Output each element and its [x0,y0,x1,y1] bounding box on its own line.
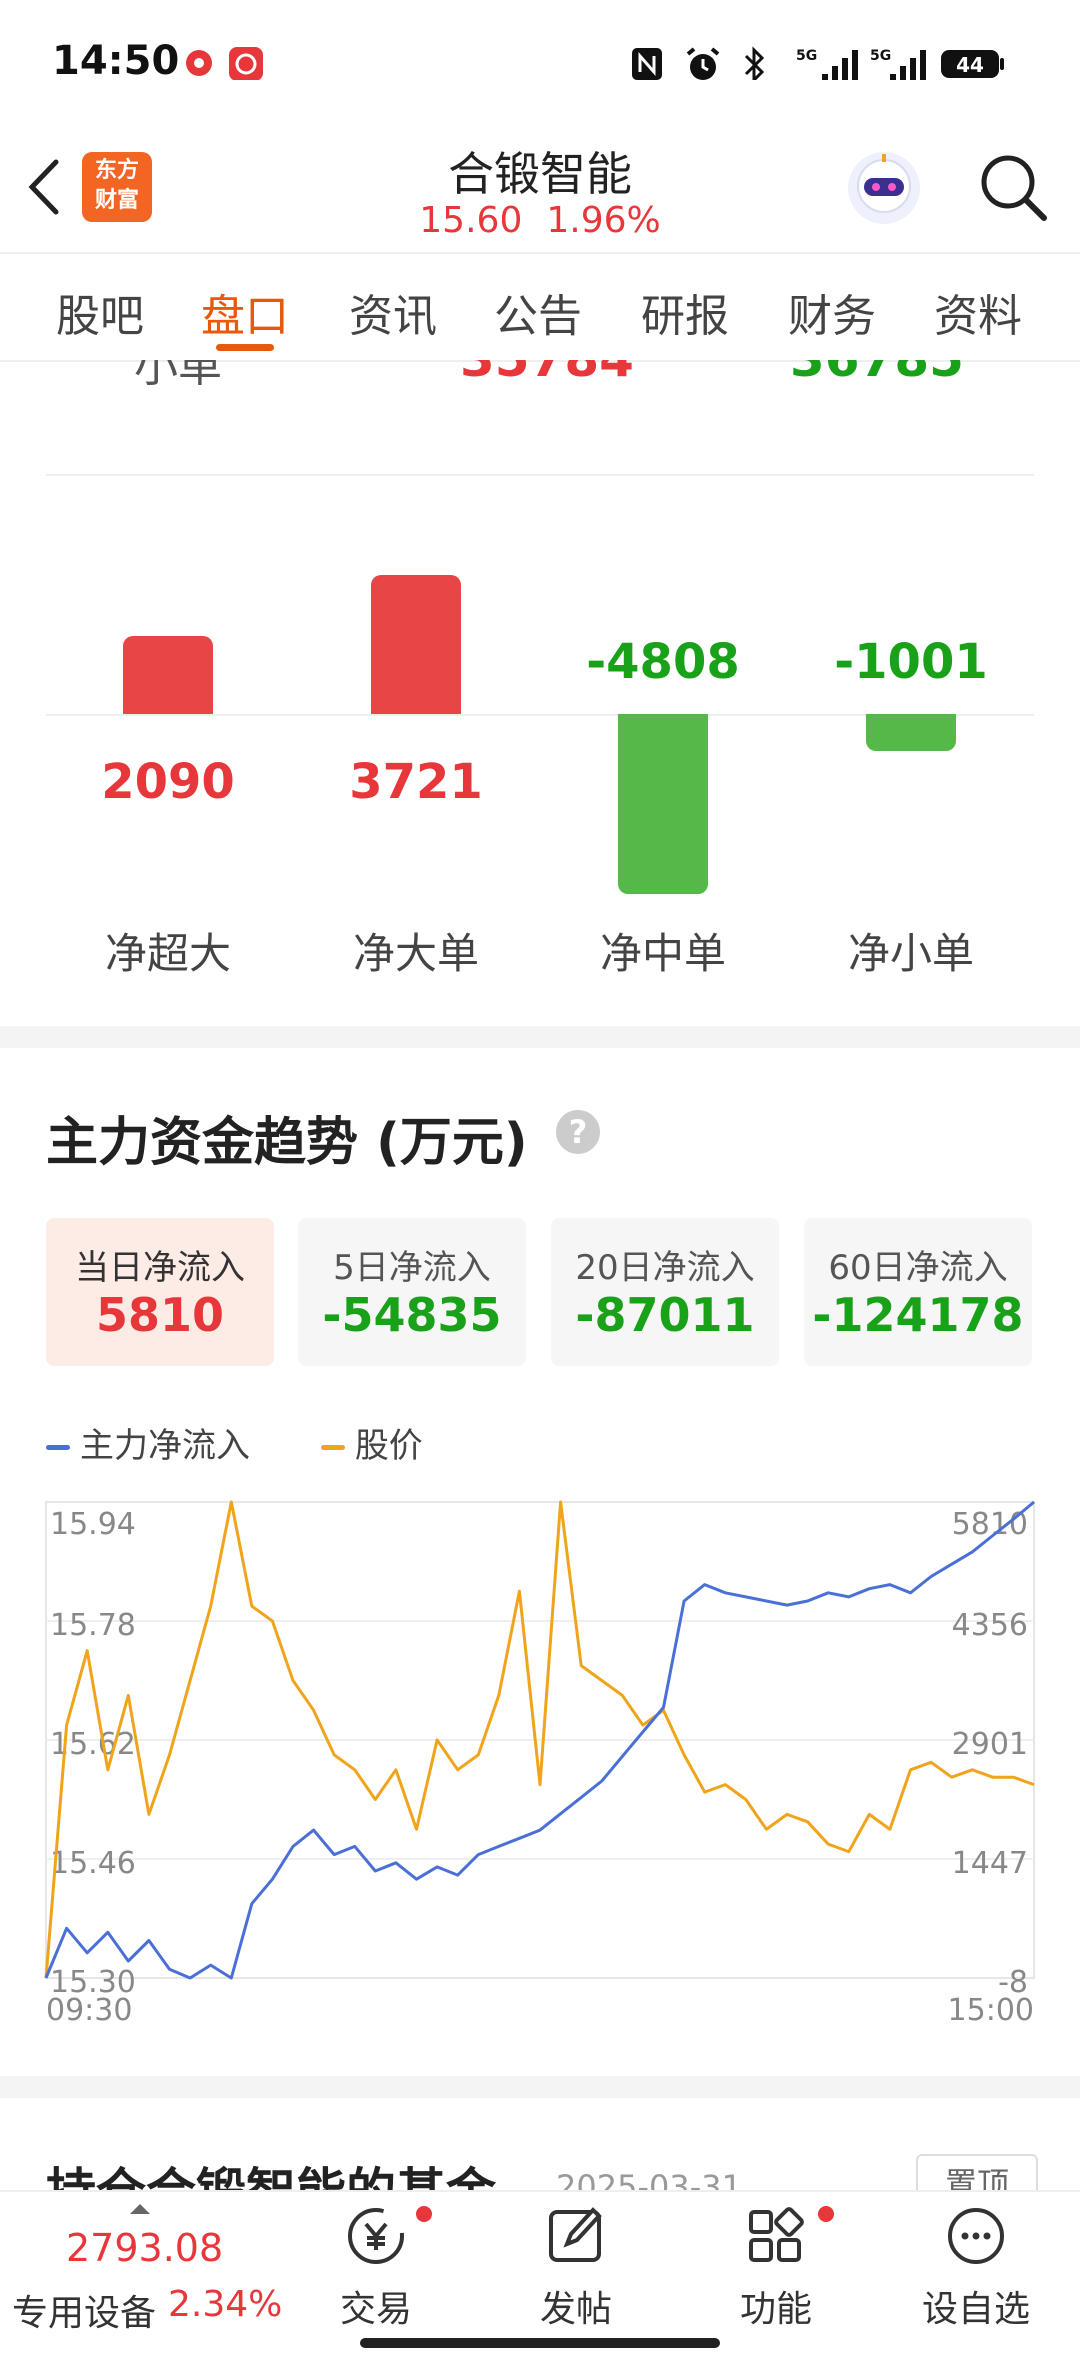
battery-icon: 44 [941,50,1004,78]
signal-5g-icon: 5G [796,48,858,80]
net-flow-value: -4808 [586,634,740,690]
tab-news[interactable]: 资讯 [333,280,453,344]
index-name: 专用设备 [12,2293,157,2334]
net-flow-category: 净超大 [104,929,231,978]
net-flow-value: 2090 [101,754,235,810]
period-label: 20日净流入 [575,1248,755,1288]
robot-assistant-icon[interactable] [842,144,926,228]
tab-research[interactable]: 研报 [625,280,745,344]
app-badge-icon [229,47,263,80]
legend-flow: 主力净流入 [80,1426,250,1466]
right-tick-label: 1447 [952,1846,1028,1881]
tab-profile[interactable]: 资料 [918,280,1038,344]
alarm-icon [686,47,720,80]
x-tick-end: 15:00 [948,1993,1034,2028]
period-label: 5日净流入 [333,1248,491,1288]
period-value: -124178 [812,1288,1024,1342]
nav-label: 设自选 [921,2289,1030,2330]
net-flow-bar [866,714,956,752]
right-tick-label: 4356 [952,1608,1028,1643]
home-indicator [360,2338,720,2348]
tab-announcements[interactable]: 公告 [478,280,598,344]
status-bar: 14:50 5G 5G 44 [0,0,1080,120]
pin-button[interactable]: 置顶 [916,2154,1038,2190]
grid-icon [749,2207,804,2262]
legend-price: 股价 [354,1426,423,1466]
trend-title: 主力资金趋势 (万元) [46,1113,528,1173]
svg-text:5G: 5G [870,48,891,64]
period-value: -54835 [322,1288,502,1342]
stock-header: 东方 财富 合锻智能 15.60 1.96% [0,130,1080,250]
nav-add-watchlist[interactable]: 设自选 [896,2200,1056,2332]
left-tick-label: 15.94 [50,1507,136,1542]
net-flow-category: 净大单 [352,929,479,978]
period-label: 当日净流入 [75,1248,245,1288]
nav-post[interactable]: 发帖 [496,2200,656,2332]
signal-5g-icon: 5G [870,48,926,80]
industry-index[interactable]: 2793.08 专用设备 2.34% [8,2202,288,2352]
notification-dot [416,2206,432,2222]
notification-dot [818,2206,834,2222]
trade-yen-icon [348,2208,404,2264]
nav-label: 交易 [339,2289,412,2330]
tab-finance[interactable]: 财务 [772,280,892,344]
section-gap [0,1026,1080,1048]
fund-section-header: 持仓合锻智能的基金 2025-03-31 置顶 [0,2100,1080,2190]
legend-swatch-price [320,1445,345,1450]
tab-guba[interactable]: 股吧 [40,280,160,344]
record-dot-icon [186,50,212,76]
caret-up-icon [130,2204,150,2214]
small-order-buy: 35784 [460,360,634,388]
net-flow-category: 净中单 [599,929,726,978]
fund-section-date: 2025-03-31 [556,2168,742,2190]
stock-price: 15.60 [419,200,523,241]
period-label: 60日净流入 [828,1248,1008,1288]
net-flow-bar [371,574,461,714]
small-order-sell: 36785 [790,360,964,388]
legend-swatch-flow [46,1445,70,1450]
bottom-toolbar: 2793.08 专用设备 2.34% 交易 发帖 功能 设自选 [0,2190,1080,2378]
net-flow-value: 3721 [349,754,483,810]
index-value: 2793.08 [66,2226,224,2270]
period-card-60d[interactable]: 60日净流入 -124178 [804,1218,1032,1366]
period-card-today[interactable]: 当日净流入 5810 [46,1218,274,1366]
svg-text:5G: 5G [796,48,817,64]
net-flow-category: 净小单 [847,929,974,978]
chart-legend: 主力净流入 股价 [46,1418,423,1466]
index-change: 2.34% [168,2284,283,2325]
left-tick-label: 15.78 [50,1608,136,1643]
net-flow-value: -1001 [834,634,988,690]
trend-line-chart: 15.94 581015.78 435615.62 290115.46 144715.3… [44,1500,1035,2028]
net-flow-bar [618,714,708,894]
tab-bar: 股吧 盘口 资讯 公告 研报 财务 资料 [0,252,1080,362]
fund-section-title: 持仓合锻智能的基金 [46,2152,496,2190]
nav-label: 发帖 [539,2289,612,2330]
nav-label: 功能 [739,2289,812,2330]
small-order-row: 小单 35784 36785 [0,360,1080,400]
question-icon[interactable]: ? [556,1110,600,1154]
net-flow-bar [123,635,213,714]
battery-level: 44 [956,53,984,77]
small-order-label: 小单 [134,360,222,392]
stock-change-pct: 1.96% [546,200,661,241]
right-tick-label: 2901 [952,1727,1028,1762]
period-card-5d[interactable]: 5日净流入 -54835 [298,1218,526,1366]
period-card-20d[interactable]: 20日净流入 -87011 [551,1218,779,1366]
period-value: -87011 [575,1288,755,1342]
nav-trade[interactable]: 交易 [296,2200,456,2332]
section-gap [0,2076,1080,2098]
search-icon[interactable] [976,150,1052,226]
nav-functions[interactable]: 功能 [696,2200,856,2332]
compose-icon [549,2207,602,2262]
more-dots-icon [948,2208,1004,2264]
nfc-icon [632,48,662,80]
status-time: 14:50 [52,38,180,84]
bluetooth-icon [744,46,765,80]
left-tick-label: 15.46 [50,1846,136,1881]
tab-pankou[interactable]: 盘口 [185,280,305,344]
x-tick-start: 09:30 [46,1993,132,2028]
active-tab-indicator [216,344,274,351]
net-flow-chart: 2090 净超大 3721 净大单 -4808 净中单 -1001 净小单 [0,470,1080,1010]
period-value: 5810 [95,1288,225,1342]
